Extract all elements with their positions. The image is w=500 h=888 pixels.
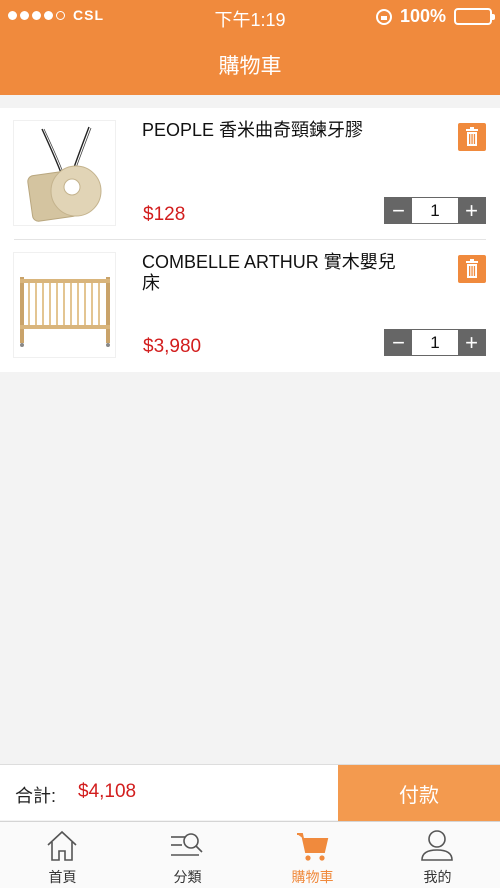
status-bar: CSL 下午1:19 100% [0,0,500,34]
increment-button[interactable]: + [458,330,485,355]
cart-item: PEOPLE 香米曲奇頸鍊牙膠 $128 − 1 + [0,108,500,240]
product-name[interactable]: PEOPLE 香米曲奇頸鍊牙膠 [142,120,402,141]
cart-item: COMBELLE ARTHUR 實木嬰兒床 $3,980 − 1 + [0,240,500,372]
pay-button[interactable]: 付款 [338,765,500,821]
tab-label: 我的 [423,869,452,885]
cart-icon [297,833,329,861]
checkout-bar: 合計: $4,108 付款 [0,764,500,821]
tab-cart[interactable]: 購物車 [250,822,375,888]
tab-label: 購物車 [291,869,334,885]
total-value: $4,108 [78,781,137,802]
delete-button[interactable] [458,255,486,283]
product-name[interactable]: COMBELLE ARTHUR 實木嬰兒床 [142,252,402,294]
product-price: $128 [143,204,186,225]
top-bar: CSL 下午1:19 100% 購物車 [0,0,500,95]
product-price: $3,980 [143,336,202,357]
tab-label: 首頁 [48,869,77,885]
tab-bar: 首頁 分類 購物車 我的 [0,821,500,888]
home-icon [47,830,77,861]
profile-icon [421,830,453,861]
necklace-teether-image [27,126,102,222]
rotation-lock-icon [375,8,392,25]
battery-icon [454,8,495,25]
product-image[interactable] [13,252,116,358]
trash-icon [466,127,478,146]
delete-button[interactable] [458,123,486,151]
tab-profile[interactable]: 我的 [375,822,500,888]
tab-home[interactable]: 首頁 [0,822,125,888]
page-title: 購物車 [218,55,282,78]
category-search-icon [171,833,203,856]
battery-percent: 100% [399,6,446,26]
product-image[interactable] [13,120,116,226]
quantity-stepper: − 1 + [384,197,486,224]
decrement-button[interactable]: − [385,330,412,355]
quantity-value[interactable]: 1 [412,198,458,223]
quantity-stepper: − 1 + [384,329,486,356]
increment-button[interactable]: + [458,198,485,223]
wooden-crib-image [20,277,110,347]
cart-list: PEOPLE 香米曲奇頸鍊牙膠 $128 − 1 + COMBELLE ARTH… [0,108,500,372]
tab-category[interactable]: 分類 [125,822,250,888]
trash-icon [466,259,478,278]
total-label: 合計: [15,786,57,806]
decrement-button[interactable]: − [385,198,412,223]
quantity-value[interactable]: 1 [412,330,458,355]
tab-label: 分類 [173,869,202,885]
